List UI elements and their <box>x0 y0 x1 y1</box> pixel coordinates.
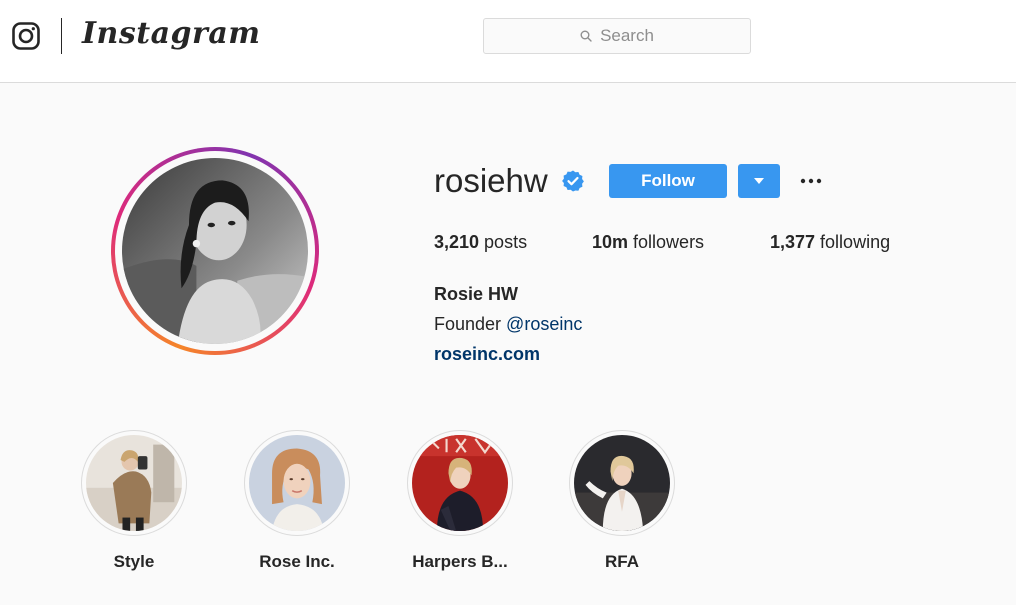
profile-avatar-story-ring[interactable] <box>111 147 319 355</box>
highlight-cover-image <box>249 435 345 531</box>
search-icon <box>580 30 592 42</box>
profile-website-link[interactable]: roseinc.com <box>434 344 540 365</box>
highlight-cover-image <box>574 435 670 531</box>
caret-down-icon <box>754 178 764 184</box>
highlight-cover-image <box>86 435 182 531</box>
profile-bio: Founder @roseinc <box>434 314 582 335</box>
profile-username: rosiehw <box>434 162 548 199</box>
bio-text: Founder <box>434 314 507 334</box>
following-count-value: 1,377 <box>770 232 816 252</box>
following-count[interactable]: 1,377 following <box>770 232 890 253</box>
story-highlight-rose-inc[interactable]: Rose Inc. <box>227 430 367 572</box>
highlight-label: Rose Inc. <box>259 552 335 571</box>
highlight-label: Harpers B... <box>412 552 508 571</box>
instagram-wordmark-logo[interactable]: Instagram <box>82 16 261 51</box>
following-count-label: following <box>815 232 891 252</box>
highlight-cover-image <box>412 435 508 531</box>
more-horizontal-icon <box>800 178 822 184</box>
logo-divider <box>61 18 62 54</box>
verified-badge-icon <box>562 170 584 192</box>
followers-count-label: followers <box>628 232 705 252</box>
search-placeholder: Search <box>600 26 654 45</box>
bio-mention-link[interactable]: @roseinc <box>506 314 582 334</box>
posts-count-value: 3,210 <box>434 232 480 252</box>
posts-count[interactable]: 3,210 posts <box>434 232 592 253</box>
highlight-cover-ring <box>407 430 513 536</box>
profile-avatar-photo <box>122 158 308 344</box>
story-highlight-rfa[interactable]: RFA <box>552 430 692 572</box>
more-options-button[interactable] <box>796 168 826 194</box>
follow-button[interactable]: Follow <box>609 164 727 198</box>
profile-stats: 3,210 posts 10m followers 1,377 followin… <box>434 232 890 253</box>
suggested-accounts-dropdown-button[interactable] <box>738 164 780 198</box>
highlight-cover-ring <box>569 430 675 536</box>
highlight-cover-ring <box>244 430 350 536</box>
posts-count-label: posts <box>479 232 528 252</box>
followers-count-value: 10m <box>592 232 629 252</box>
highlight-label: RFA <box>605 552 639 571</box>
story-highlight-style[interactable]: Style <box>64 430 204 572</box>
story-highlight-harpers-bazaar[interactable]: Harpers B... <box>390 430 530 572</box>
highlight-cover-ring <box>81 430 187 536</box>
top-navigation-bar: Instagram Search <box>0 0 1016 83</box>
avatar-gap <box>115 151 315 351</box>
search-input[interactable]: Search <box>483 18 751 54</box>
highlight-label: Style <box>113 552 155 571</box>
followers-count[interactable]: 10m followers <box>592 232 770 253</box>
profile-full-name: Rosie HW <box>434 284 519 304</box>
instagram-camera-icon[interactable] <box>12 22 40 50</box>
